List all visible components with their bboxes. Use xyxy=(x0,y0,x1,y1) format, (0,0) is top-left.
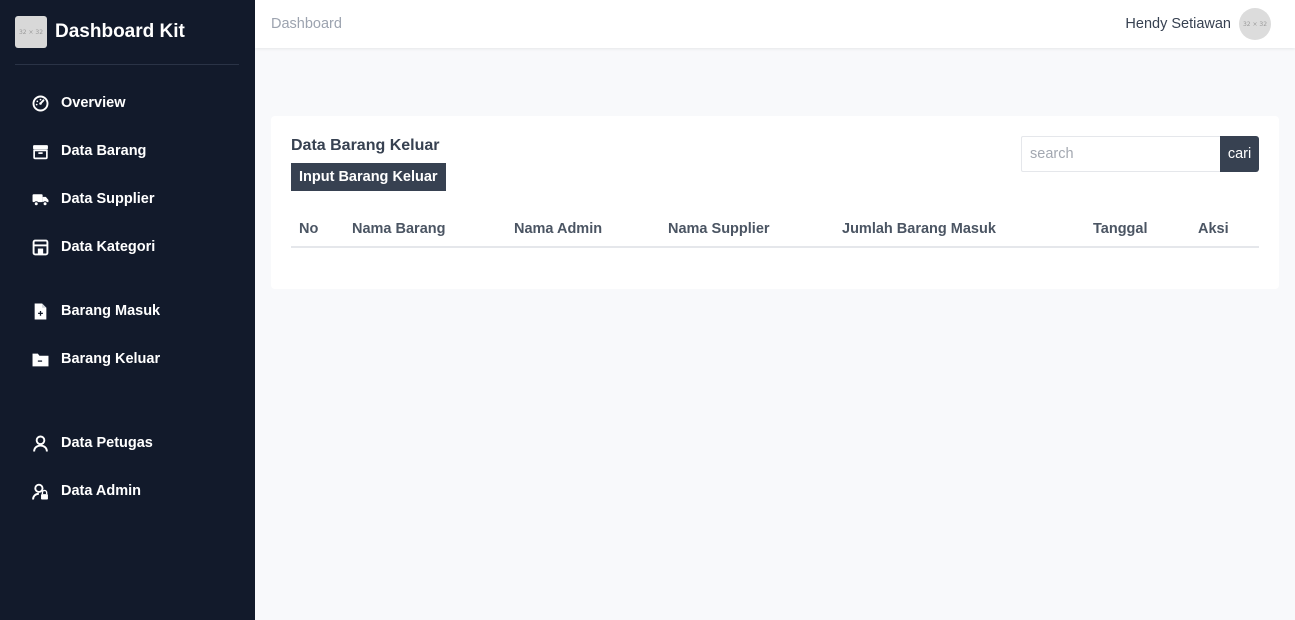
column-header-nama-supplier: Nama Supplier xyxy=(668,221,770,237)
brand[interactable]: 32 × 32 Dashboard Kit xyxy=(15,16,185,48)
column-header-nama-barang: Nama Barang xyxy=(352,221,446,237)
sidebar-item-data-admin[interactable]: Data Admin xyxy=(32,479,141,503)
column-header-jumlah-barang-masuk: Jumlah Barang Masuk xyxy=(842,221,996,237)
user-name[interactable]: Hendy Setiawan xyxy=(1125,16,1231,32)
search-form: cari xyxy=(1021,136,1259,172)
sidebar: 32 × 32 Dashboard Kit Overview Data Bara… xyxy=(0,0,255,620)
table-header: No Nama Barang Nama Admin Nama Supplier … xyxy=(291,212,1259,248)
user-lock-icon xyxy=(32,483,49,500)
brand-logo: 32 × 32 xyxy=(15,16,47,48)
topbar: Dashboard Hendy Setiawan 32 × 32 xyxy=(255,0,1295,48)
page-title: Data Barang Keluar xyxy=(291,137,440,154)
sidebar-item-data-kategori[interactable]: Data Kategori xyxy=(32,235,155,259)
sidebar-item-data-petugas[interactable]: Data Petugas xyxy=(32,431,153,455)
column-header-nama-admin: Nama Admin xyxy=(514,221,603,237)
input-barang-keluar-button[interactable]: Input Barang Keluar xyxy=(291,163,446,191)
file-plus-icon xyxy=(32,303,49,320)
data-table: No Nama Barang Nama Admin Nama Supplier … xyxy=(291,212,1259,248)
sidebar-item-label: Data Admin xyxy=(61,483,142,499)
sidebar-divider xyxy=(15,64,239,65)
data-barang-keluar-card: Data Barang Keluar Input Barang Keluar c… xyxy=(271,116,1279,289)
sidebar-item-label: Data Barang xyxy=(61,143,147,159)
archive-box-icon xyxy=(32,143,49,160)
sidebar-item-data-supplier[interactable]: Data Supplier xyxy=(32,187,154,211)
column-header-no: No xyxy=(299,221,319,237)
search-button[interactable]: cari xyxy=(1220,136,1259,172)
column-header-tanggal: Tanggal xyxy=(1093,221,1148,237)
sidebar-item-label: Barang Masuk xyxy=(61,303,161,319)
user-icon xyxy=(32,435,49,452)
truck-icon xyxy=(32,191,49,208)
sidebar-item-data-barang[interactable]: Data Barang xyxy=(32,139,146,163)
gauge-icon xyxy=(32,95,49,112)
sidebar-item-label: Data Petugas xyxy=(61,435,153,451)
folder-minus-icon xyxy=(32,351,49,368)
sidebar-item-overview[interactable]: Overview xyxy=(32,91,126,115)
search-input[interactable] xyxy=(1021,136,1220,172)
avatar[interactable]: 32 × 32 xyxy=(1239,8,1271,40)
store-icon xyxy=(32,239,49,256)
brand-name: Dashboard Kit xyxy=(55,21,185,42)
sidebar-item-barang-masuk[interactable]: Barang Masuk xyxy=(32,299,160,323)
sidebar-item-barang-keluar[interactable]: Barang Keluar xyxy=(32,347,160,371)
sidebar-item-label: Barang Keluar xyxy=(61,351,161,367)
sidebar-item-label: Overview xyxy=(61,95,126,111)
column-header-aksi: Aksi xyxy=(1198,221,1229,237)
sidebar-item-label: Data Supplier xyxy=(61,191,155,207)
sidebar-item-label: Data Kategori xyxy=(61,239,156,255)
breadcrumb[interactable]: Dashboard xyxy=(271,16,342,32)
